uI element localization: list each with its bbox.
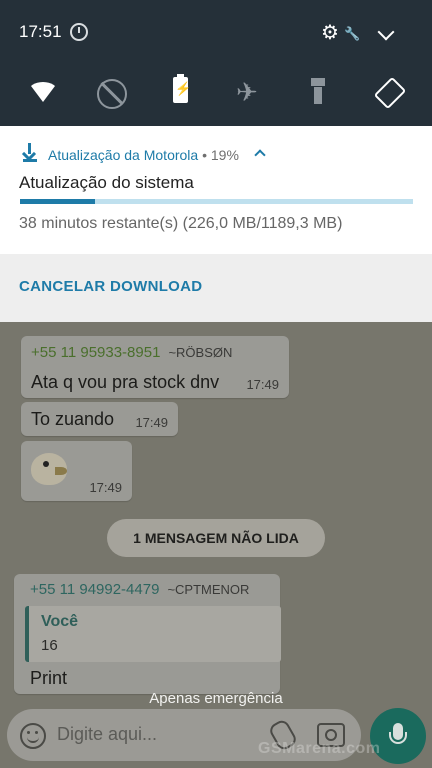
separator: •	[202, 147, 207, 163]
watermark: GSMarena.com	[258, 740, 381, 757]
cancel-download-button[interactable]: CANCELAR DOWNLOAD	[19, 278, 202, 295]
flashlight-icon[interactable]	[311, 78, 325, 104]
unread-divider: 1 MENSAGEM NÃO LIDA	[107, 519, 325, 557]
alarm-icon	[70, 23, 88, 41]
emoji-icon[interactable]	[20, 723, 46, 749]
app-name: Atualização da Motorola	[48, 147, 199, 163]
download-icon	[23, 143, 37, 163]
message-alias: ~RÖBSØN	[168, 345, 233, 360]
sticker-bubble[interactable]: 17:49	[21, 441, 132, 501]
message-input[interactable]: Digite aqui...	[57, 724, 157, 745]
notification-title: Atualização do sistema	[19, 173, 194, 192]
status-time: 17:51	[19, 22, 62, 41]
message-text: Print	[30, 668, 68, 688]
message-sender: +55 11 94992-4479	[30, 581, 160, 598]
chevron-down-icon[interactable]	[377, 23, 395, 41]
download-progress-fill	[20, 199, 95, 204]
bird-sticker-icon	[31, 453, 67, 485]
mic-stand-icon	[389, 732, 407, 744]
message-bubble-1[interactable]: +55 11 95933-8951 ~RÖBSØN Ata q vou pra s…	[21, 336, 289, 398]
message-time: 17:49	[89, 480, 122, 495]
quick-settings-panel: 17:51 ⚙ 🔧 ✈	[0, 0, 432, 126]
notification-app-name: Atualização da Motorola • 19%	[48, 147, 239, 163]
auto-rotate-icon[interactable]	[373, 76, 407, 110]
message-time: 17:49	[246, 377, 279, 392]
message-alias: ~CPTMENOR	[167, 582, 250, 597]
emergency-calls-text: Apenas emergência	[149, 690, 283, 707]
notification-percent: 19%	[210, 147, 239, 163]
airplane-mode-icon[interactable]: ✈	[236, 78, 266, 108]
wifi-icon[interactable]	[28, 82, 58, 112]
do-not-disturb-icon[interactable]	[97, 79, 127, 109]
quoted-message[interactable]: Você 16	[25, 606, 281, 662]
wrench-icon: 🔧	[344, 26, 361, 41]
message-sender: +55 11 95933-8951	[31, 344, 161, 361]
battery-saver-icon[interactable]	[173, 74, 191, 103]
gear-icon[interactable]: ⚙	[321, 23, 341, 43]
message-time: 17:49	[135, 415, 168, 430]
message-bubble-2[interactable]: To zuando 17:49	[21, 402, 178, 436]
quote-text: 16	[41, 637, 58, 654]
download-progress-bar	[20, 199, 413, 204]
message-text: To zuando	[31, 409, 115, 429]
message-text: Ata q vou pra stock dnv	[31, 372, 220, 392]
quote-author: Você	[41, 613, 79, 630]
notification-detail: 38 minutos restante(s) (226,0 MB/1189,3 …	[19, 215, 343, 232]
